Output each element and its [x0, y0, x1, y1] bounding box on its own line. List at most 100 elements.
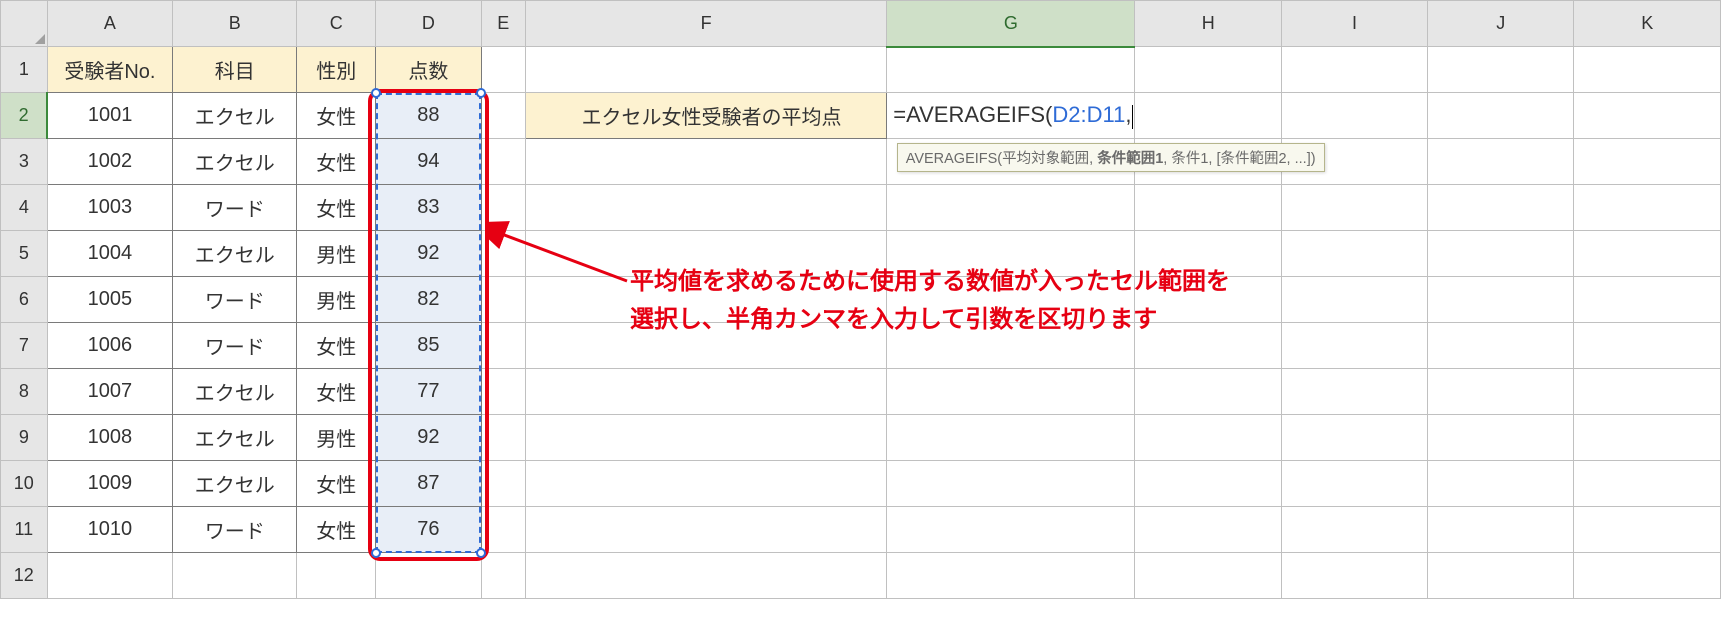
column-header-F[interactable]: F	[525, 1, 886, 47]
cell-F10[interactable]	[525, 461, 886, 507]
cell-D5[interactable]: 92	[376, 231, 481, 277]
cell-H8[interactable]	[1135, 369, 1282, 415]
column-header-A[interactable]: A	[47, 1, 173, 47]
cell-C4[interactable]: 女性	[297, 185, 376, 231]
cell-F4[interactable]	[525, 185, 886, 231]
cell-I11[interactable]	[1281, 507, 1427, 553]
cell-K12[interactable]	[1574, 553, 1721, 599]
cell-C10[interactable]: 女性	[297, 461, 376, 507]
cell-K7[interactable]	[1574, 323, 1721, 369]
row-header-4[interactable]: 4	[1, 185, 48, 231]
cell-A12[interactable]	[47, 553, 173, 599]
row-header-1[interactable]: 1	[1, 47, 48, 93]
column-header-D[interactable]: D	[376, 1, 481, 47]
cell-G1[interactable]	[887, 47, 1135, 93]
cell-E8[interactable]	[481, 369, 525, 415]
formula-cell[interactable]: =AVERAGEIFS(D2:D11,	[887, 93, 1135, 139]
row-header-10[interactable]: 10	[1, 461, 48, 507]
cell-E2[interactable]	[481, 93, 525, 139]
cell-A6[interactable]: 1005	[47, 277, 173, 323]
cell-B6[interactable]: ワード	[173, 277, 297, 323]
cell-E6[interactable]	[481, 277, 525, 323]
cell-C12[interactable]	[297, 553, 376, 599]
cell-D10[interactable]: 87	[376, 461, 481, 507]
cell-I12[interactable]	[1281, 553, 1427, 599]
cell-E7[interactable]	[481, 323, 525, 369]
cell-I10[interactable]	[1281, 461, 1427, 507]
cell-A9[interactable]: 1008	[47, 415, 173, 461]
cell-D11[interactable]: 76	[376, 507, 481, 553]
cell-J7[interactable]	[1428, 323, 1574, 369]
row-header-7[interactable]: 7	[1, 323, 48, 369]
cell-C2[interactable]: 女性	[297, 93, 376, 139]
cell-H2[interactable]	[1135, 93, 1282, 139]
cell-F12[interactable]	[525, 553, 886, 599]
cell-B4[interactable]: ワード	[173, 185, 297, 231]
cell-F3[interactable]	[525, 139, 886, 185]
column-header-H[interactable]: H	[1135, 1, 1282, 47]
cell-B9[interactable]: エクセル	[173, 415, 297, 461]
column-header-G[interactable]: G	[887, 1, 1135, 47]
cell-G4[interactable]	[887, 185, 1135, 231]
cell-C7[interactable]: 女性	[297, 323, 376, 369]
cell-E10[interactable]	[481, 461, 525, 507]
cell-B12[interactable]	[173, 553, 297, 599]
cell-K10[interactable]	[1574, 461, 1721, 507]
cell-K4[interactable]	[1574, 185, 1721, 231]
cell-F1[interactable]	[525, 47, 886, 93]
cell-H4[interactable]	[1135, 185, 1282, 231]
cell-I9[interactable]	[1281, 415, 1427, 461]
cell-J6[interactable]	[1428, 277, 1574, 323]
cell-J3[interactable]	[1428, 139, 1574, 185]
row-header-9[interactable]: 9	[1, 415, 48, 461]
cell-I4[interactable]	[1281, 185, 1427, 231]
row-header-2[interactable]: 2	[1, 93, 48, 139]
select-all-cell[interactable]	[1, 1, 48, 47]
cell-B3[interactable]: エクセル	[173, 139, 297, 185]
column-header-B[interactable]: B	[173, 1, 297, 47]
cell-A1[interactable]: 受験者No.	[47, 47, 173, 93]
cell-C1[interactable]: 性別	[297, 47, 376, 93]
cell-D8[interactable]: 77	[376, 369, 481, 415]
cell-E12[interactable]	[481, 553, 525, 599]
cell-B11[interactable]: ワード	[173, 507, 297, 553]
column-header-K[interactable]: K	[1574, 1, 1721, 47]
column-header-C[interactable]: C	[297, 1, 376, 47]
cell-H9[interactable]	[1135, 415, 1282, 461]
cell-B2[interactable]: エクセル	[173, 93, 297, 139]
cell-C9[interactable]: 男性	[297, 415, 376, 461]
cell-C3[interactable]: 女性	[297, 139, 376, 185]
cell-F8[interactable]	[525, 369, 886, 415]
cell-J4[interactable]	[1428, 185, 1574, 231]
column-header-I[interactable]: I	[1281, 1, 1427, 47]
cell-E5[interactable]	[481, 231, 525, 277]
cell-H12[interactable]	[1135, 553, 1282, 599]
cell-D1[interactable]: 点数	[376, 47, 481, 93]
cell-A7[interactable]: 1006	[47, 323, 173, 369]
cell-C8[interactable]: 女性	[297, 369, 376, 415]
cell-H1[interactable]	[1135, 47, 1282, 93]
cell-J5[interactable]	[1428, 231, 1574, 277]
cell-I6[interactable]	[1281, 277, 1427, 323]
cell-F11[interactable]	[525, 507, 886, 553]
cell-A8[interactable]: 1007	[47, 369, 173, 415]
cell-K3[interactable]	[1574, 139, 1721, 185]
cell-E1[interactable]	[481, 47, 525, 93]
row-header-5[interactable]: 5	[1, 231, 48, 277]
cell-A4[interactable]: 1003	[47, 185, 173, 231]
cell-A3[interactable]: 1002	[47, 139, 173, 185]
cell-J12[interactable]	[1428, 553, 1574, 599]
cell-K11[interactable]	[1574, 507, 1721, 553]
row-header-11[interactable]: 11	[1, 507, 48, 553]
cell-J1[interactable]	[1428, 47, 1574, 93]
cell-I7[interactable]	[1281, 323, 1427, 369]
cell-J10[interactable]	[1428, 461, 1574, 507]
cell-G10[interactable]	[887, 461, 1135, 507]
cell-I8[interactable]	[1281, 369, 1427, 415]
cell-F2[interactable]: エクセル女性受験者の平均点	[525, 93, 886, 139]
cell-B7[interactable]: ワード	[173, 323, 297, 369]
cell-H11[interactable]	[1135, 507, 1282, 553]
cell-G8[interactable]	[887, 369, 1135, 415]
cell-D9[interactable]: 92	[376, 415, 481, 461]
cell-D2[interactable]: 88	[376, 93, 481, 139]
